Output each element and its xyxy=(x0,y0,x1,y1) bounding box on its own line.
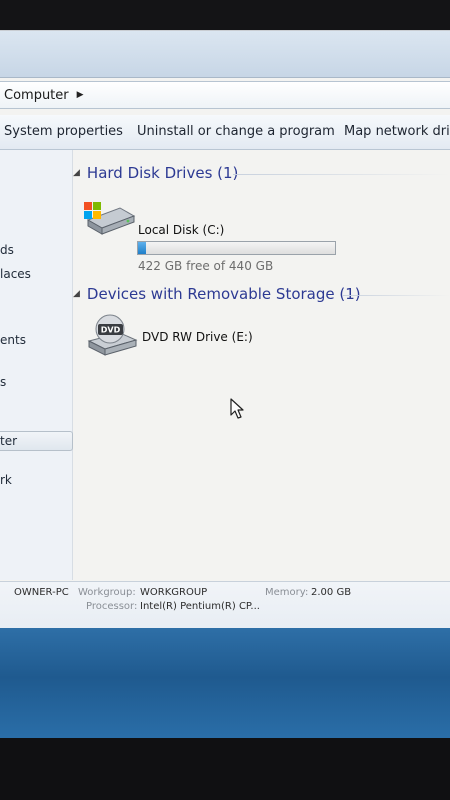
dvd-drive-name: DVD RW Drive (E:) xyxy=(142,330,253,344)
explorer-window: Computer ▶ System properties Uninstall o… xyxy=(0,30,450,658)
memory-value: 2.00 GB xyxy=(311,587,352,598)
address-bar[interactable]: Computer ▶ xyxy=(0,81,450,109)
screen: Computer ▶ System properties Uninstall o… xyxy=(0,0,450,800)
processor-value: Intel(R) Pentium(R) CP... xyxy=(140,601,260,612)
hard-disks-group-header[interactable]: ◢ Hard Disk Drives (1) xyxy=(73,164,238,182)
collapse-triangle-icon[interactable]: ◢ xyxy=(73,168,80,178)
group-divider xyxy=(233,174,450,175)
nav-item-recent-places[interactable]: laces xyxy=(0,267,31,281)
nav-item-documents[interactable]: ents xyxy=(0,333,26,347)
taskbar xyxy=(0,628,450,738)
hard-disks-header-text: Hard Disk Drives (1) xyxy=(86,164,239,182)
disk-usage-fill xyxy=(138,242,147,254)
map-network-drive-button[interactable]: Map network drive xyxy=(344,124,450,139)
breadcrumb-computer[interactable]: Computer xyxy=(4,88,69,103)
nav-item-downloads[interactable]: ds xyxy=(0,243,14,257)
breadcrumb-chevron-icon[interactable]: ▶ xyxy=(77,90,84,100)
collapse-triangle-icon[interactable]: ◢ xyxy=(73,289,80,299)
removable-header-text: Devices with Removable Storage (1) xyxy=(86,285,361,303)
dvd-icon-label: DVD xyxy=(101,326,121,335)
monitor-bezel xyxy=(0,738,450,800)
mouse-pointer-icon xyxy=(230,398,244,419)
system-properties-button[interactable]: System properties xyxy=(4,124,123,139)
computer-name: OWNER-PC xyxy=(14,587,69,598)
title-bar xyxy=(0,31,450,78)
nav-item-computer[interactable]: ter xyxy=(0,434,17,448)
removable-group-header[interactable]: ◢ Devices with Removable Storage (1) xyxy=(73,285,361,303)
disk-usage-bar xyxy=(137,241,336,255)
nav-item-network[interactable]: rk xyxy=(0,473,12,487)
group-divider xyxy=(343,295,450,296)
memory-label: Memory: xyxy=(265,587,309,598)
nav-item-pictures[interactable]: s xyxy=(0,375,6,389)
command-toolbar: System properties Uninstall or change a … xyxy=(0,115,450,150)
windows-hard-drive-icon xyxy=(84,202,136,235)
local-disk-free-space: 422 GB free of 440 GB xyxy=(138,259,274,273)
workgroup-value: WORKGROUP xyxy=(140,587,208,598)
local-disk-name: Local Disk (C:) xyxy=(138,223,225,237)
workgroup-label: Workgroup: xyxy=(78,587,136,598)
dvd-drive-icon: DVD xyxy=(87,314,138,356)
uninstall-program-button[interactable]: Uninstall or change a program xyxy=(137,124,335,139)
navigation-pane: ds laces ents s ter rk xyxy=(0,150,73,580)
content-pane: ◢ Hard Disk Drives (1) Local Disk (C:) 4… xyxy=(73,150,450,580)
processor-label: Processor: xyxy=(86,601,138,612)
